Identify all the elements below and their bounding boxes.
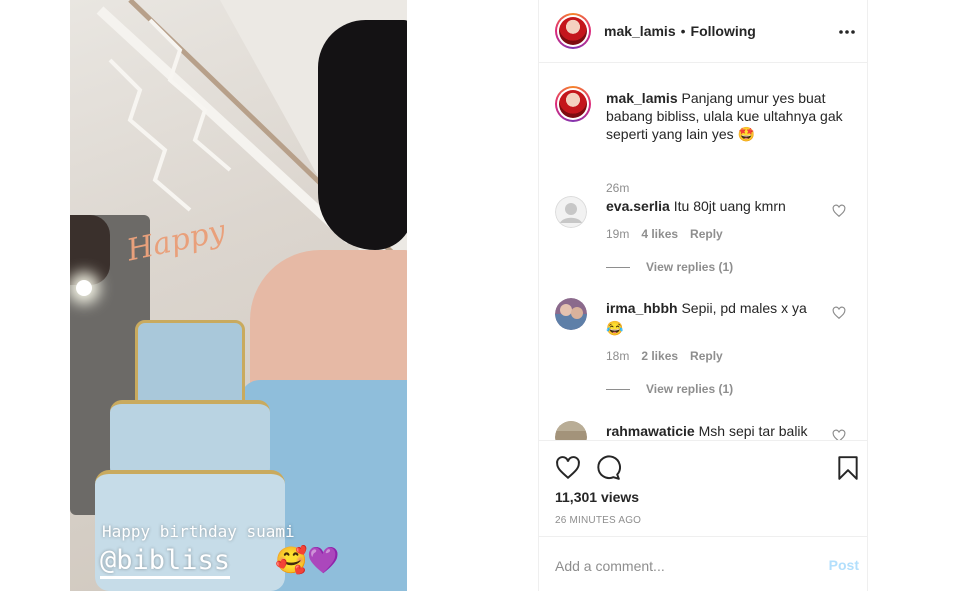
post-comment-button[interactable]: Post [829,557,859,573]
header-separator: • [680,23,686,39]
video-caption-mention: @bibliss [100,545,231,579]
more-horizontal-icon [839,30,855,34]
post-actions: 11,301 views 26 MINUTES AGO [539,440,869,540]
cake-tier-top [135,320,245,410]
comments-list[interactable]: mak_lamis Panjang umur yes buat babang b… [539,64,869,440]
view-replies-label: View replies (1) [646,260,734,274]
view-replies-label: View replies (1) [646,382,734,396]
reply-button[interactable]: Reply [690,349,723,363]
comment-username[interactable]: eva.serlia [606,198,670,214]
page-margin-right [868,0,970,591]
author-avatar[interactable] [555,13,591,49]
video-caption-line: Happy birthday suami [102,522,295,541]
post-timestamp[interactable]: 26 MINUTES AGO [555,515,641,526]
caption-time[interactable]: 26m [606,181,629,195]
caption-username[interactable]: mak_lamis [606,90,678,106]
mention-text: @bibliss [100,545,231,579]
like-heart-icon[interactable] [555,455,581,481]
user-avatar[interactable] [555,298,587,330]
avatar-inner [557,88,589,120]
add-comment-input[interactable] [555,555,805,577]
view-count[interactable]: 11,301 views [555,489,639,505]
caption-text: mak_lamis Panjang umur yes buat babang b… [606,89,851,143]
avatar-inner [557,15,589,47]
comment-text: rahmawaticie Msh sepi tar balik [606,421,826,440]
comment-text: irma_hbbh Sepii, pd males x ya 😂 [606,298,826,338]
caption-emojis: 🥰💜 [275,545,340,575]
comment-likes[interactable]: 2 likes [641,349,678,363]
post-side-panel: mak_lamis • Following mak_lamis Panjang … [538,0,869,591]
reply-button[interactable]: Reply [690,227,723,241]
user-avatar[interactable] [555,421,587,440]
following-button[interactable]: Following [691,23,756,39]
add-comment-bar: Post [539,536,869,591]
comment-text: eva.serlia Itu 80jt uang kmrn [606,196,826,216]
comment-body: Msh sepi tar balik [698,423,808,439]
comment-time[interactable]: 18m [606,349,629,363]
comment-bubble-icon[interactable] [595,455,621,481]
more-options-icon[interactable] [835,20,859,44]
cake-tier-middle [110,400,270,480]
replies-line [606,388,630,390]
replies-line [606,266,630,268]
comment-time[interactable]: 19m [606,227,629,241]
save-bookmark-icon[interactable] [835,455,861,481]
woman-hair [318,20,407,250]
like-comment-heart-icon[interactable] [832,204,846,218]
comment-username[interactable]: irma_hbbh [606,300,678,316]
post-video[interactable]: Happy Happy birthday suami @bibliss 🥰💜 [70,0,407,591]
view-replies-button[interactable]: View replies (1) [606,260,733,274]
default-avatar-icon[interactable] [555,196,587,228]
caption-author-avatar[interactable] [555,86,591,122]
author-username[interactable]: mak_lamis [604,23,676,39]
instagram-post-page: Happy Happy birthday suami @bibliss 🥰💜 m… [0,0,970,591]
comment-body: Itu 80jt uang kmrn [673,198,786,214]
avatar-image [559,90,587,118]
phone-flash-light [76,280,92,296]
like-comment-heart-icon[interactable] [832,429,846,440]
post-header: mak_lamis • Following [539,0,869,63]
view-replies-button[interactable]: View replies (1) [606,382,733,396]
avatar-image [559,17,587,45]
comment-meta: 18m 2 likes Reply [606,349,723,363]
man-head [70,215,110,285]
like-comment-heart-icon[interactable] [832,306,846,320]
comment-likes[interactable]: 4 likes [641,227,678,241]
comment-meta: 19m 4 likes Reply [606,227,723,241]
comment-username[interactable]: rahmawaticie [606,423,695,439]
